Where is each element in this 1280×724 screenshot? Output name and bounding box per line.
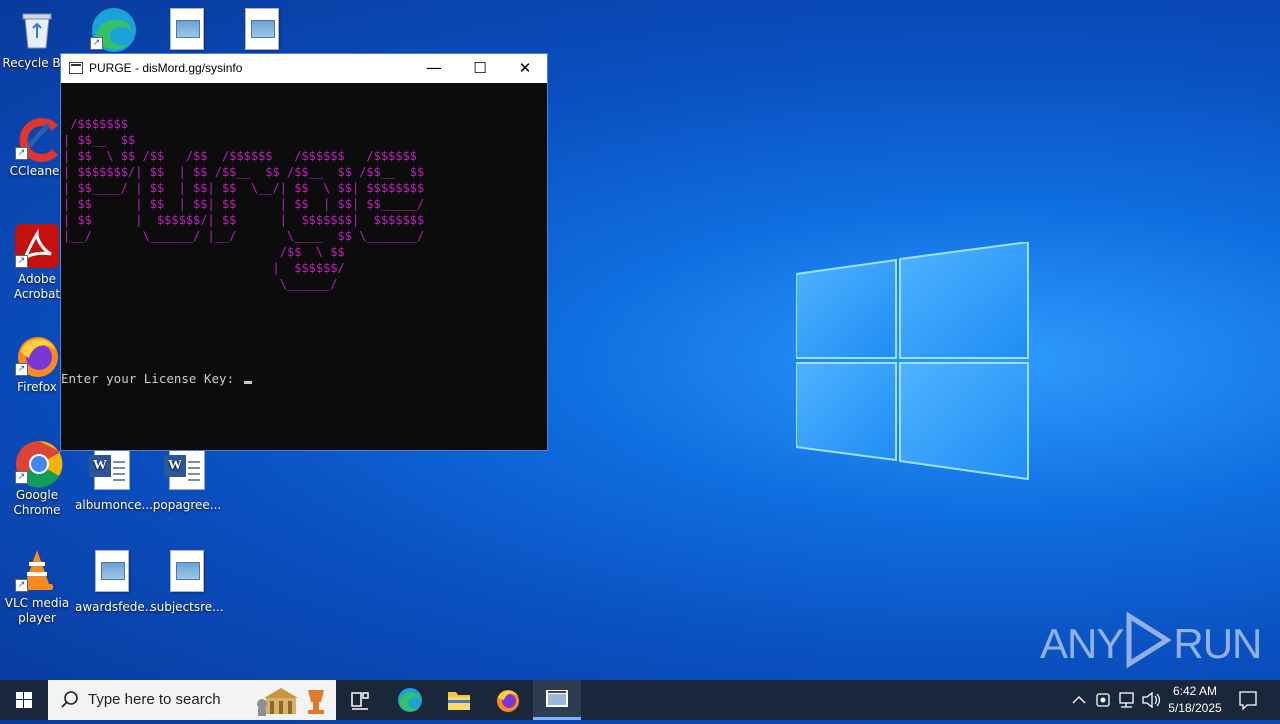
search-placeholder: Type here to search <box>88 691 221 708</box>
image-file-desktop-icon-3[interactable]: awardsfede... <box>75 550 157 615</box>
volume-button[interactable] <box>1140 680 1162 720</box>
google-chrome-desktop-icon[interactable]: ↗ Google Chrome <box>0 440 74 518</box>
console-app-icon <box>69 62 83 74</box>
shortcut-arrow-icon: ↗ <box>15 471 28 484</box>
search-icon <box>61 691 78 708</box>
image-file-icon <box>170 8 204 50</box>
edge-icon <box>398 688 422 712</box>
prompt-text: Enter your License Key: <box>61 371 242 386</box>
anyrun-watermark: ANY RUN <box>1040 612 1262 668</box>
word-document-icon: W <box>164 450 205 490</box>
start-button[interactable] <box>0 680 48 720</box>
show-hidden-icons-button[interactable] <box>1068 680 1090 720</box>
ascii-art-banner: /$$$$$$$ | $$__ $$ | $$ \ $$ /$$ /$$ /$$… <box>63 117 425 291</box>
shortcut-arrow-icon: ↗ <box>15 579 28 592</box>
tray-app-button[interactable] <box>1092 680 1114 720</box>
notifications-button[interactable] <box>1234 680 1262 720</box>
image-file-desktop-icon-4[interactable]: subjectsre... <box>150 550 224 615</box>
vlc-icon: ↗ <box>15 548 59 592</box>
taskbar-console-button[interactable] <box>533 680 581 720</box>
console-output[interactable]: /$$$$$$$ | $$__ $$ | $$ \ $$ /$$ /$$ /$$… <box>61 83 547 450</box>
desktop-icon-label: VLC media player <box>4 596 70 625</box>
adobe-acrobat-icon: ↗ <box>15 224 59 268</box>
play-logo-icon <box>1126 612 1173 668</box>
text-cursor <box>243 381 252 384</box>
desktop-icon-label: albumonce... <box>75 498 153 512</box>
edge-icon: ↗ <box>90 6 136 52</box>
desktop-icon-label: awardsfede... <box>75 600 157 614</box>
image-file-icon <box>170 550 204 592</box>
vlc-desktop-icon[interactable]: ↗ VLC media player <box>0 548 74 626</box>
console-window[interactable]: PURGE - disMord.gg/sysinfo — ☐ ✕ /$$$$$$… <box>60 53 548 451</box>
ccleaner-icon: ↗ <box>15 116 59 162</box>
window-titlebar[interactable]: PURGE - disMord.gg/sysinfo — ☐ ✕ <box>61 54 547 83</box>
clock-date: 5/18/2025 <box>1168 701 1222 715</box>
network-button[interactable] <box>1116 680 1138 720</box>
image-file-desktop-icon[interactable] <box>150 8 224 50</box>
shortcut-arrow-icon: ↗ <box>15 255 28 268</box>
taskbar: Type here to search 6:42 AM 5/18/2025 <box>0 680 1280 720</box>
shortcut-arrow-icon: ↗ <box>15 363 28 376</box>
speaker-icon <box>1142 691 1161 709</box>
word-document-icon: W <box>89 450 130 490</box>
taskbar-edge-button[interactable] <box>386 680 434 720</box>
watermark-left: ANY <box>1040 620 1124 667</box>
shortcut-arrow-icon: ↗ <box>15 147 28 160</box>
firefox-icon: ↗ <box>15 332 59 377</box>
task-view-icon <box>351 692 369 710</box>
firefox-icon <box>497 690 519 712</box>
windows-start-icon <box>16 692 32 708</box>
folder-icon <box>448 692 470 710</box>
image-file-desktop-icon-2[interactable] <box>225 8 299 50</box>
window-title: PURGE - disMord.gg/sysinfo <box>89 61 243 75</box>
shortcut-arrow-icon: ↗ <box>90 37 103 50</box>
tray-app-icon <box>1096 693 1110 707</box>
desktop-icon-label: subjectsre... <box>150 600 224 614</box>
taskbar-search-box[interactable]: Type here to search <box>48 680 336 720</box>
image-file-icon <box>95 550 129 592</box>
license-key-prompt[interactable]: Enter your License Key: <box>61 371 252 386</box>
notification-icon <box>1239 691 1257 711</box>
taskbar-firefox-button[interactable] <box>484 680 532 720</box>
taskbar-clock[interactable]: 6:42 AM 5/18/2025 <box>1160 683 1230 717</box>
desktop-icon-label: popagree... <box>152 498 222 512</box>
word-document-desktop-icon[interactable]: W albumonce... <box>75 450 153 513</box>
search-highlight-illustration-icon <box>257 688 324 716</box>
chevron-up-icon <box>1072 696 1086 704</box>
desktop-icon-label: Google Chrome <box>13 488 61 517</box>
minimize-button[interactable]: — <box>411 54 457 83</box>
close-button[interactable]: ✕ <box>502 54 548 83</box>
clock-time: 6:42 AM <box>1172 684 1218 698</box>
chrome-icon: ↗ <box>15 440 63 488</box>
edge-desktop-icon[interactable]: ↗ <box>75 6 149 54</box>
word-document-desktop-icon-2[interactable]: W popagree... <box>150 450 224 513</box>
windows-logo-wallpaper <box>796 242 1029 480</box>
network-icon <box>1119 692 1134 708</box>
task-view-button[interactable] <box>336 680 384 720</box>
recycle-bin-icon <box>15 8 59 52</box>
watermark-right: RUN <box>1173 620 1262 667</box>
image-file-icon <box>245 8 279 50</box>
maximize-button[interactable]: ☐ <box>457 54 503 83</box>
taskbar-file-explorer-button[interactable] <box>435 680 483 720</box>
console-window-icon <box>546 690 568 707</box>
